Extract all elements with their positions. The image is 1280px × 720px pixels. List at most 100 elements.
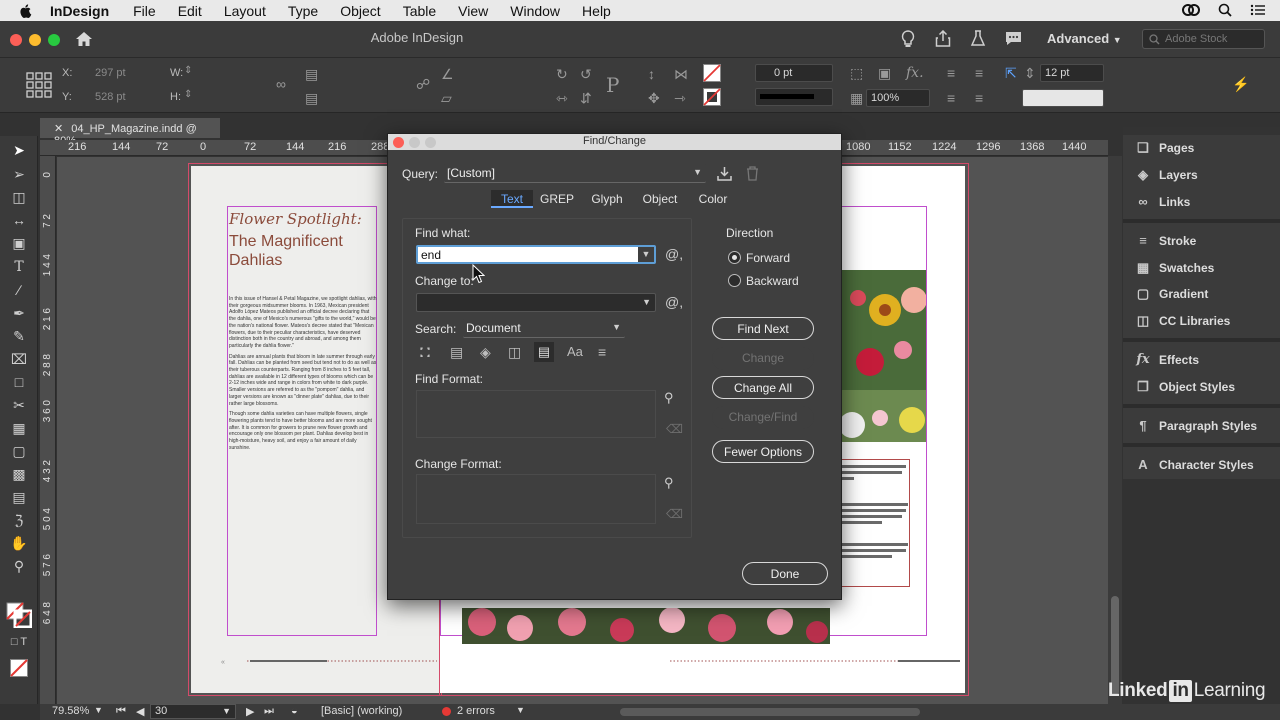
link-scale-icon[interactable]: ☍: [416, 76, 430, 93]
app-menu[interactable]: InDesign: [50, 3, 109, 19]
panel-swatches[interactable]: ▦ Swatches: [1135, 261, 1215, 276]
zoom-tool-icon[interactable]: ⚲: [10, 558, 28, 576]
flip-horizontal-icon[interactable]: ⇿: [556, 90, 568, 107]
menu-layout[interactable]: Layout: [224, 3, 266, 19]
constrain-proportions-icon[interactable]: ∞: [276, 76, 286, 92]
reference-point-icon[interactable]: [26, 72, 52, 98]
menu-window[interactable]: Window: [510, 3, 560, 19]
chevron-down-icon[interactable]: ▼: [516, 705, 525, 715]
tab-object[interactable]: Object: [638, 190, 682, 208]
auto-fit-icon[interactable]: ⇱: [1005, 65, 1017, 82]
pencil-tool-icon[interactable]: ✎: [10, 328, 28, 346]
adobe-stock-search-input[interactable]: Adobe Stock: [1142, 29, 1265, 49]
panel-pages[interactable]: ❏ Pages: [1135, 141, 1194, 156]
tab-glyph[interactable]: Glyph: [586, 190, 628, 208]
panel-gradient[interactable]: ▢ Gradient: [1135, 287, 1209, 302]
last-page-icon[interactable]: ⏭: [264, 705, 274, 718]
align-top-icon[interactable]: ≡: [947, 90, 955, 106]
stroke-type-select[interactable]: [755, 88, 833, 106]
tab-color[interactable]: Color: [692, 190, 734, 208]
article-title[interactable]: The Magnificent Dahlias: [229, 232, 379, 270]
zoom-menu-icon[interactable]: ▼: [94, 705, 103, 715]
gap-tool-icon[interactable]: ↔: [10, 212, 28, 230]
previous-page-icon[interactable]: ◀: [136, 705, 144, 718]
menu-type[interactable]: Type: [288, 3, 318, 19]
fitting-icon[interactable]: ⬚: [850, 65, 863, 82]
gradient-swatch-tool-icon[interactable]: ▢: [10, 443, 28, 461]
style-preview-field[interactable]: [1022, 89, 1104, 107]
query-select[interactable]: [Custom] ▼: [444, 164, 706, 183]
panel-links[interactable]: ∞ Links: [1135, 195, 1190, 210]
first-page-icon[interactable]: ⏮: [116, 705, 126, 718]
special-characters-find-icon[interactable]: @,: [665, 246, 683, 262]
align-center-icon[interactable]: ≡: [975, 65, 983, 81]
find-what-input[interactable]: end ▼: [416, 245, 656, 264]
flip-icon[interactable]: ↕: [648, 66, 655, 82]
include-locked-layers-icon[interactable]: ⛚: [420, 344, 430, 361]
dahlia-photo[interactable]: [840, 270, 926, 442]
error-count[interactable]: 2 errors: [457, 705, 495, 717]
align-bottom-icon[interactable]: ≡: [975, 90, 983, 106]
dialog-close-button[interactable]: [393, 137, 404, 148]
placeholder-text-frame[interactable]: [840, 459, 910, 587]
include-locked-stories-icon[interactable]: ▤: [450, 344, 463, 361]
save-query-icon[interactable]: [717, 166, 732, 181]
rotate-cw-icon[interactable]: ↻: [556, 66, 568, 83]
select-container-icon[interactable]: ⋈: [674, 66, 688, 83]
panel-layers[interactable]: ◈ Layers: [1135, 168, 1198, 183]
preflight-profile[interactable]: [Basic] (working): [321, 705, 402, 717]
align-left-icon[interactable]: ≡: [947, 65, 955, 81]
gradient-feather-tool-icon[interactable]: ▩: [10, 466, 28, 484]
content-collector-icon[interactable]: ▣: [10, 235, 28, 253]
fill-none-swatch-icon[interactable]: [703, 64, 721, 82]
apply-none-icon[interactable]: [10, 659, 28, 677]
menu-help[interactable]: Help: [582, 3, 611, 19]
backward-radio[interactable]: [728, 274, 741, 287]
article-body[interactable]: In this issue of Hansel & Petal Magazine…: [229, 296, 377, 451]
specify-find-format-icon[interactable]: ⚲: [664, 390, 674, 406]
free-transform-tool-icon[interactable]: ▦: [10, 420, 28, 438]
rectangle-frame-tool-icon[interactable]: ⌧: [10, 351, 28, 369]
change-format-box[interactable]: [416, 474, 656, 524]
menu-file[interactable]: File: [133, 3, 156, 19]
line-tool-icon[interactable]: ∕: [10, 282, 28, 300]
whole-word-icon[interactable]: ≡: [598, 344, 606, 360]
quick-apply-icon[interactable]: ⚡: [1232, 76, 1249, 93]
find-format-box[interactable]: [416, 390, 656, 438]
include-master-pages-icon[interactable]: ◫: [508, 344, 521, 361]
menu-edit[interactable]: Edit: [178, 3, 202, 19]
direct-selection-tool-icon[interactable]: ➢: [10, 166, 28, 184]
find-next-button[interactable]: Find Next: [712, 317, 814, 340]
close-document-icon[interactable]: ✕: [54, 123, 63, 135]
fx-icon[interactable]: fx.: [906, 65, 924, 81]
select-content-icon[interactable]: ✥: [648, 90, 660, 107]
include-hidden-layers-icon[interactable]: ◈: [480, 344, 491, 361]
menu-table[interactable]: Table: [403, 3, 436, 19]
menu-view[interactable]: View: [458, 3, 488, 19]
spotlight-search-icon[interactable]: [1218, 3, 1232, 17]
comment-icon[interactable]: [1005, 31, 1022, 46]
workspace-switcher[interactable]: Advanced ▼: [1047, 31, 1122, 46]
font-size-field[interactable]: 12 pt: [1040, 64, 1104, 82]
tab-grep[interactable]: GREP: [537, 190, 577, 208]
lightbulb-icon[interactable]: [901, 30, 915, 48]
change-all-button[interactable]: Change All: [712, 376, 814, 399]
include-footnotes-icon[interactable]: ▤: [534, 342, 554, 362]
type-tool-icon[interactable]: T: [10, 259, 28, 277]
rotate-ccw-icon[interactable]: ↺: [580, 66, 592, 83]
share-icon[interactable]: [935, 30, 951, 47]
fewer-options-button[interactable]: Fewer Options: [712, 440, 814, 463]
dialog-title-bar[interactable]: Find/Change: [388, 134, 841, 150]
document-tab[interactable]: ✕04_HP_Magazine.indd @ 80%: [40, 118, 220, 147]
forward-label[interactable]: Forward: [746, 251, 790, 265]
panel-character-styles[interactable]: A Character Styles: [1135, 458, 1253, 473]
formatting-affects-container-icon[interactable]: □ T: [10, 636, 28, 654]
menu-object[interactable]: Object: [340, 3, 380, 19]
rectangle-tool-icon[interactable]: □: [10, 374, 28, 392]
h-stepper-icon[interactable]: ⇕: [184, 89, 192, 100]
panel-stroke[interactable]: ≡ Stroke: [1135, 234, 1196, 249]
panel-cc-libraries[interactable]: ◫ CC Libraries: [1135, 314, 1231, 329]
creative-cloud-icon[interactable]: [1182, 3, 1200, 17]
special-characters-change-icon[interactable]: @,: [665, 294, 683, 310]
selection-tool-icon[interactable]: ➤: [10, 142, 28, 160]
